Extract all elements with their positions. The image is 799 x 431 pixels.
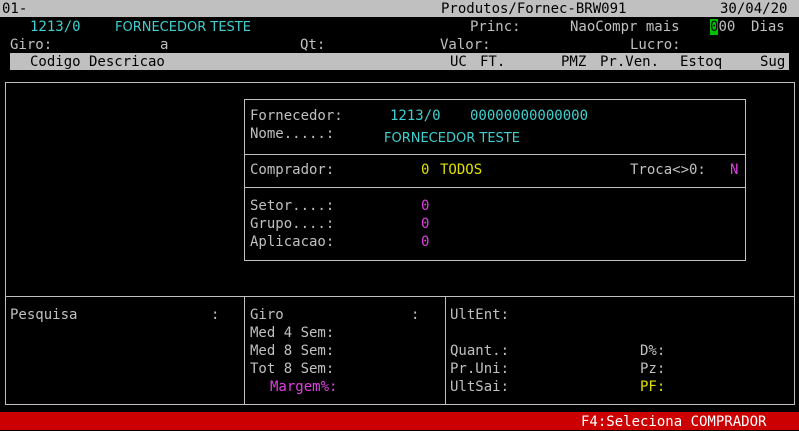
qt-label: Qt:: [300, 37, 326, 53]
f4-hint: F4:Seleciona COMPRADOR: [581, 414, 767, 430]
giro-stat-label: Giro: [250, 307, 284, 323]
col-sug: Sug: [760, 54, 786, 70]
list-right-border: [794, 82, 795, 296]
comprador-name: TODOS: [440, 162, 483, 178]
fornecedor-code[interactable]: 1213/0: [390, 107, 441, 125]
dialog-divider: [244, 154, 746, 155]
princ-label: Princ:: [470, 19, 521, 35]
bottom-panel: [5, 296, 795, 405]
aplicacao-value[interactable]: 0: [421, 233, 429, 251]
title-left: 01-: [2, 1, 28, 17]
pz-label: Pz:: [640, 361, 666, 377]
comprador-code[interactable]: 0: [421, 161, 429, 179]
valor-label: Valor:: [440, 37, 491, 53]
setor-value[interactable]: 0: [421, 197, 429, 215]
naocompr-label: NaoCompr mais: [570, 19, 680, 35]
pf-label: PF:: [640, 379, 666, 395]
fornecedor-doc: 00000000000000: [470, 108, 589, 124]
med8-label: Med 8 Sem:: [250, 343, 335, 359]
troca-label: Troca<>0:: [630, 162, 706, 178]
naocompr-value: 00: [718, 19, 736, 35]
giro-stat-colon: :: [411, 307, 420, 323]
grupo-label: Grupo....:: [250, 216, 335, 232]
pesquisa-label: Pesquisa: [10, 307, 78, 323]
med4-label: Med 4 Sem:: [250, 325, 335, 341]
col-ft: FT.: [480, 54, 506, 70]
ultent-label: UltEnt:: [450, 307, 510, 323]
comprador-label: Comprador:: [250, 162, 335, 178]
bottom-divider: [445, 296, 446, 405]
troca-value[interactable]: N: [730, 161, 738, 179]
list-left-border: [5, 82, 6, 296]
nome-label: Nome.....:: [250, 126, 335, 142]
bottom-divider: [244, 296, 245, 405]
col-uc: UC: [450, 54, 467, 70]
list-top-border: [5, 82, 795, 83]
giro-label: Giro:: [10, 37, 53, 53]
grupo-value[interactable]: 0: [421, 215, 429, 233]
nome-value: FORNECEDOR TESTE: [384, 131, 520, 146]
window-title: Produtos/Fornec-BRW091: [441, 1, 627, 17]
tot8-label: Tot 8 Sem:: [250, 361, 335, 377]
giro-value: a: [160, 37, 169, 53]
title-bar: [0, 0, 799, 17]
col-estoq: Estoq: [680, 54, 723, 70]
naocompr-field[interactable]: 000: [710, 18, 735, 36]
margem-label: Margem%:: [270, 379, 338, 395]
ultsai-label: UltSai:: [450, 379, 510, 395]
col-prven: Pr.Ven.: [600, 54, 660, 70]
dialog-divider: [244, 187, 746, 188]
lucro-label: Lucro:: [630, 37, 681, 53]
dias-label: Dias: [751, 19, 785, 35]
quant-label: Quant.:: [450, 343, 510, 359]
col-codigo-descricao: Codigo Descricao: [30, 54, 165, 70]
pesquisa-field[interactable]: :: [211, 306, 219, 324]
setor-label: Setor....:: [250, 198, 335, 214]
header-supplier-code: 1213/0: [30, 19, 81, 35]
dperc-label: D%:: [640, 343, 666, 359]
aplicacao-label: Aplicacao:: [250, 234, 335, 250]
fornecedor-label: Fornecedor:: [250, 108, 343, 124]
title-date: 30/04/20: [720, 1, 788, 17]
header-supplier-name: FORNECEDOR TESTE: [115, 20, 251, 35]
pruni-label: Pr.Uni:: [450, 361, 510, 377]
col-pmz: PMZ: [561, 54, 587, 70]
